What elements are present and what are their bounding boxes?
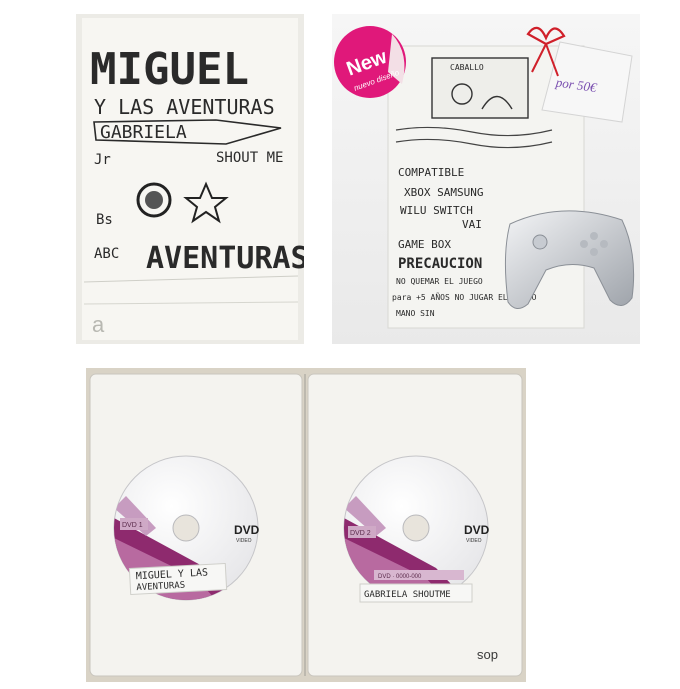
back-line-9: MANO SIN	[396, 309, 435, 318]
cover-title-miguel: MIGUEL	[90, 44, 249, 95]
back-line-6: PRECAUCION	[398, 256, 482, 272]
dvd-case-photo: DVD 1 DVD VIDEO MIGUEL Y LAS AVENTURAS D…	[86, 368, 526, 682]
dvd-case-scene: DVD 1 DVD VIDEO MIGUEL Y LAS AVENTURAS D…	[86, 368, 526, 682]
cover-mark-2: Bs	[96, 212, 113, 228]
case-mark: dos	[477, 649, 498, 664]
cover-big-word: AVENTURAS	[146, 241, 304, 276]
disc-2-logo: DVD	[464, 523, 490, 537]
scribble-core	[145, 191, 163, 209]
back-line-7: NO QUEMAR EL JUEGO	[396, 277, 483, 286]
disc-2-logo-sub: VIDEO	[466, 538, 482, 544]
back-line-1: COMPATIBLE	[398, 166, 464, 179]
back-line-5: GAME BOX	[398, 238, 451, 251]
cover-title-gabriela: GABRIELA	[100, 122, 187, 143]
cover-mark-1: Jr	[94, 152, 111, 168]
disc-2-chip-text: DVD 2	[350, 530, 371, 537]
cover-subtitle: SHOUT ME	[216, 150, 283, 166]
disc-2-strip-text: DVD · 0000-000	[378, 574, 422, 580]
cover-drawing: MIGUEL Y LAS AVENTURAS GABRIELA SHOUT ME…	[76, 14, 304, 344]
cover-mark-3: ABC	[94, 246, 119, 262]
back-cover-scene: CABALLO COMPATIBLE XBOX SAMSUNG WILU SWI…	[332, 14, 640, 344]
back-line-3: WILU SWITCH	[400, 204, 473, 217]
back-line-4: VAI	[462, 218, 482, 231]
cover-photo: MIGUEL Y LAS AVENTURAS GABRIELA SHOUT ME…	[76, 14, 304, 344]
mini-drawing-label: CABALLO	[450, 63, 484, 72]
back-cover-photo: CABALLO COMPATIBLE XBOX SAMSUNG WILU SWI…	[332, 14, 640, 344]
disc-2-label-line1: GABRIELA SHOUTME	[364, 590, 451, 600]
disc-1: DVD 1 DVD VIDEO MIGUEL Y LAS AVENTURAS	[113, 455, 260, 601]
cover-corner-mark: a	[92, 312, 105, 337]
disc-1-logo: DVD	[234, 523, 260, 537]
cover-title-aventuras: Y LAS AVENTURAS	[94, 95, 275, 119]
back-line-2: XBOX SAMSUNG	[404, 186, 483, 199]
disc-1-chip-text: DVD 1	[122, 522, 143, 529]
disc-1-logo-sub: VIDEO	[236, 538, 252, 544]
